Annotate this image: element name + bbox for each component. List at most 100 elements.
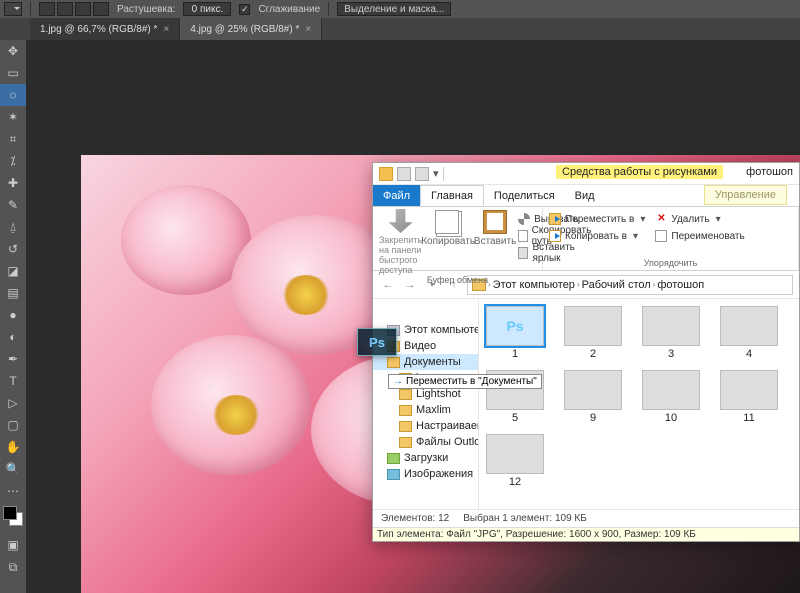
nav-item-outlook[interactable]: Файлы Outlook (373, 434, 478, 450)
thumb-image (720, 370, 778, 410)
select-and-mask-button[interactable]: Выделение и маска... (337, 2, 451, 16)
delete-button[interactable]: ✕Удалить▾ (655, 211, 744, 227)
breadcrumb[interactable]: фотошоп (657, 279, 704, 291)
file-explorer-window[interactable]: ▾ Средства работы с рисунками фотошоп Фа… (372, 162, 800, 542)
crop-tool[interactable]: ⌗ (0, 128, 26, 150)
folder-icon (399, 421, 412, 432)
paste-label: Вставить (474, 236, 516, 247)
tool-preset-drop[interactable] (4, 2, 22, 16)
tab-home[interactable]: Главная (420, 185, 484, 206)
thumb-image (720, 306, 778, 346)
close-icon[interactable]: × (163, 24, 169, 35)
status-selected: Выбран 1 элемент: 109 КБ (463, 513, 587, 524)
brush-tool[interactable]: ✎ (0, 194, 26, 216)
zoom-tool[interactable]: 🔍 (0, 458, 26, 480)
properties-icon[interactable] (397, 167, 411, 181)
file-thumb[interactable]: 2 (563, 306, 623, 360)
file-thumb[interactable]: 12 (485, 434, 545, 488)
heal-tool[interactable]: ✚ (0, 172, 26, 194)
new-folder-icon[interactable] (415, 167, 429, 181)
hand-tool[interactable]: ✋ (0, 436, 26, 458)
file-thumb[interactable]: Ps1 (485, 306, 545, 360)
type-tool[interactable]: T (0, 370, 26, 392)
document-tabs: 1.jpg @ 66,7% (RGB/8#) * × 4.jpg @ 25% (… (0, 18, 800, 40)
file-thumb[interactable]: 9 (563, 370, 623, 424)
pin-icon (389, 209, 413, 233)
quickmask-tool[interactable]: ▣ (0, 534, 26, 556)
file-thumb[interactable]: 4 (719, 306, 779, 360)
shape-tool[interactable]: ▢ (0, 414, 26, 436)
pen-tool[interactable]: ✒ (0, 348, 26, 370)
document-tab[interactable]: 1.jpg @ 66,7% (RGB/8#) * × (30, 18, 180, 40)
info-tooltip-bar: Тип элемента: Файл "JPG", Разрешение: 16… (373, 527, 799, 541)
feather-input[interactable] (183, 2, 231, 16)
copy-to-icon (549, 230, 561, 242)
screenmode-tool[interactable]: ⧉ (0, 556, 26, 578)
lasso-tool[interactable]: ◌ (0, 84, 26, 106)
quick-select-tool[interactable]: ✶ (0, 106, 26, 128)
ps-options-bar: Растушевка: Сглаживание Выделение и маск… (0, 0, 800, 18)
images-icon (387, 469, 400, 480)
antialias-checkbox[interactable] (239, 4, 250, 15)
paste-button[interactable]: Вставить (474, 209, 516, 275)
clipboard-group-label: Буфер обмена (379, 275, 536, 287)
ribbon: Закрепить на панели быстрого доступа Коп… (373, 207, 799, 271)
breadcrumb[interactable]: Рабочий стол (582, 279, 651, 291)
tab-view[interactable]: Вид (565, 185, 605, 206)
shortcut-icon (518, 247, 528, 259)
pin-label1: Закрепить на панели (379, 235, 422, 255)
info-tooltip-text: Тип элемента: Файл "JPG", Разрешение: 16… (377, 529, 696, 540)
qat-drop-icon[interactable]: ▾ (433, 167, 439, 180)
gradient-tool[interactable]: ▤ (0, 282, 26, 304)
copy-path-icon (518, 230, 528, 242)
tab-share[interactable]: Поделиться (484, 185, 565, 206)
nav-item-images[interactable]: Изображения (373, 466, 478, 482)
close-icon[interactable]: × (305, 24, 311, 35)
history-brush-tool[interactable]: ↺ (0, 238, 26, 260)
nav-item-maxlim[interactable]: Maxlim (373, 402, 478, 418)
file-thumb[interactable]: 10 (641, 370, 701, 424)
tab-manage[interactable]: Управление (704, 185, 787, 205)
nav-item-documents[interactable]: Документы (373, 354, 478, 370)
folder-icon (387, 357, 400, 368)
rename-icon (655, 230, 667, 242)
file-thumb[interactable]: 3 (641, 306, 701, 360)
rename-button[interactable]: Переименовать (655, 228, 744, 244)
nav-item-customize[interactable]: Настраиваемые (373, 418, 478, 434)
explorer-titlebar[interactable]: ▾ Средства работы с рисунками фотошоп (373, 163, 799, 185)
copy-to-button[interactable]: Копировать в▾ (549, 228, 645, 244)
folder-icon (379, 167, 393, 181)
drag-tooltip-text: Переместить в "Документы" (406, 376, 537, 387)
status-count: Элементов: 12 (381, 513, 449, 524)
color-swatches[interactable] (3, 506, 23, 526)
selection-mode-icons[interactable] (39, 2, 109, 16)
blur-tool[interactable]: ● (0, 304, 26, 326)
move-tool[interactable]: ✥ (0, 40, 26, 62)
files-pane[interactable]: Ps1 2 3 4 5 9 10 11 12 (479, 300, 799, 509)
path-select-tool[interactable]: ▷ (0, 392, 26, 414)
move-to-button[interactable]: Переместить в▾ (549, 211, 645, 227)
drag-move-tooltip: → Переместить в "Документы" (388, 374, 542, 389)
document-tab[interactable]: 4.jpg @ 25% (RGB/8#) * × (180, 18, 322, 40)
ps-tool-panel: ✥ ▭ ◌ ✶ ⌗ ⁒ ✚ ✎ ⍙ ↺ ◪ ▤ ● ◐ ✒ T ▷ ▢ ✋ 🔍 … (0, 40, 26, 593)
nav-item-downloads[interactable]: Загрузки (373, 450, 478, 466)
marquee-tool[interactable]: ▭ (0, 62, 26, 84)
tab-file[interactable]: Файл (373, 185, 420, 206)
stamp-tool[interactable]: ⍙ (0, 216, 26, 238)
thumb-image (564, 370, 622, 410)
file-thumb[interactable]: 11 (719, 370, 779, 424)
thumb-image: Ps (486, 306, 544, 346)
pin-label2: быстрого доступа (379, 255, 422, 275)
delete-icon: ✕ (655, 213, 667, 225)
dodge-tool[interactable]: ◐ (0, 326, 26, 348)
antialias-label: Сглаживание (258, 4, 320, 15)
eyedropper-tool[interactable]: ⁒ (0, 150, 26, 172)
cut-icon (518, 213, 530, 225)
more-icon[interactable]: ⋯ (0, 480, 26, 502)
thumb-image (642, 370, 700, 410)
copy-button[interactable]: Копировать (424, 209, 472, 275)
eraser-tool[interactable]: ◪ (0, 260, 26, 282)
pin-quickaccess-button[interactable]: Закрепить на панели быстрого доступа (379, 209, 422, 275)
drag-ghost-thumb: Ps (357, 328, 397, 356)
folder-icon (399, 389, 412, 400)
